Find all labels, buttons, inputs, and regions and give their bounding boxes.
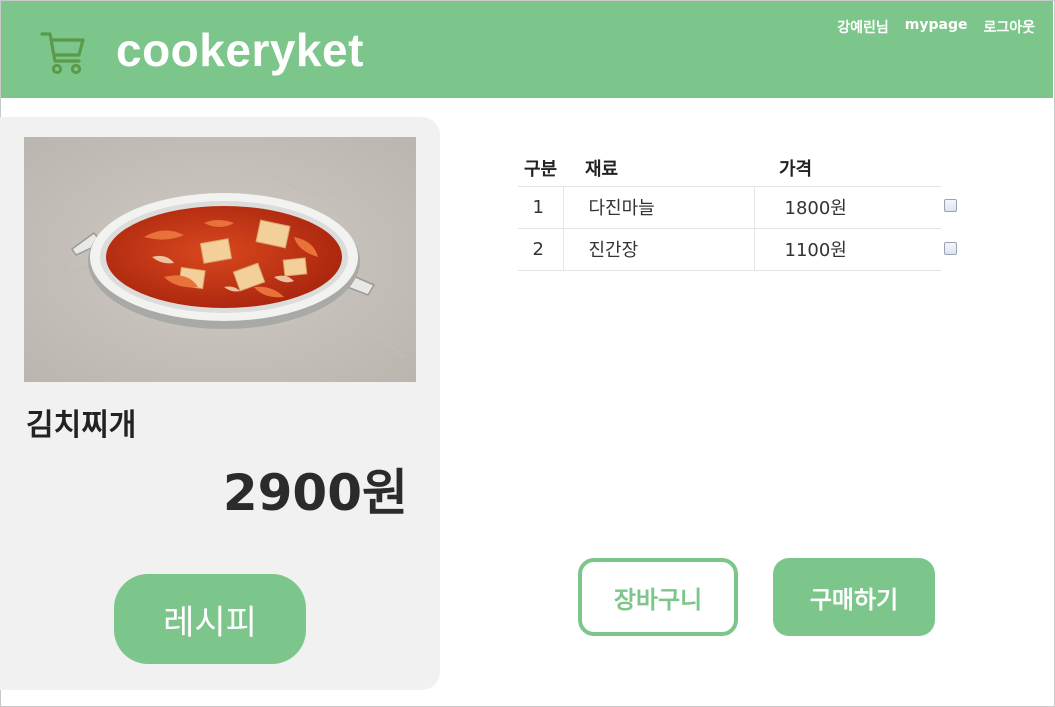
- product-image: [24, 137, 416, 382]
- top-header: cookeryket 강예린님 mypage 로그아웃: [1, 1, 1053, 98]
- row-no: 2: [518, 227, 564, 271]
- product-card: 김치찌개 2900원 레시피: [0, 117, 440, 690]
- brand-logo-text[interactable]: cookeryket: [116, 23, 364, 77]
- buy-button[interactable]: 구매하기: [773, 558, 935, 636]
- ingredient-checkbox-2[interactable]: [944, 242, 957, 255]
- product-name: 김치찌개: [26, 408, 137, 443]
- ingredient-checkbox-1[interactable]: [944, 199, 957, 212]
- kimchi-stew-image: [24, 137, 416, 382]
- row-ingredient-price: 1800원: [754, 185, 941, 229]
- row-no: 1: [518, 185, 564, 229]
- row-ingredient-name: 다진마늘: [563, 185, 755, 229]
- col-header-name: 재료: [585, 158, 619, 180]
- product-price: 2900원: [222, 464, 408, 522]
- ingredient-table: 구분 재료 가격 1 다진마늘 1800원 2 진간장 1100원: [518, 150, 941, 271]
- user-greeting: 강예린님: [837, 20, 889, 36]
- col-header-no: 구분: [524, 158, 558, 180]
- col-header-price: 가격: [779, 158, 813, 180]
- table-header-row: 구분 재료 가격: [518, 150, 941, 186]
- shopping-cart-icon[interactable]: [39, 29, 87, 77]
- logout-link[interactable]: 로그아웃: [983, 17, 1035, 37]
- table-row: 1 다진마늘 1800원: [518, 185, 941, 229]
- user-nav: 강예린님 mypage 로그아웃: [837, 17, 1035, 37]
- table-row: 2 진간장 1100원: [518, 227, 941, 271]
- add-to-cart-button[interactable]: 장바구니: [578, 558, 738, 636]
- recipe-button[interactable]: 레시피: [114, 574, 306, 664]
- row-ingredient-name: 진간장: [563, 227, 755, 271]
- mypage-link[interactable]: mypage: [905, 17, 968, 37]
- row-ingredient-price: 1100원: [754, 227, 941, 271]
